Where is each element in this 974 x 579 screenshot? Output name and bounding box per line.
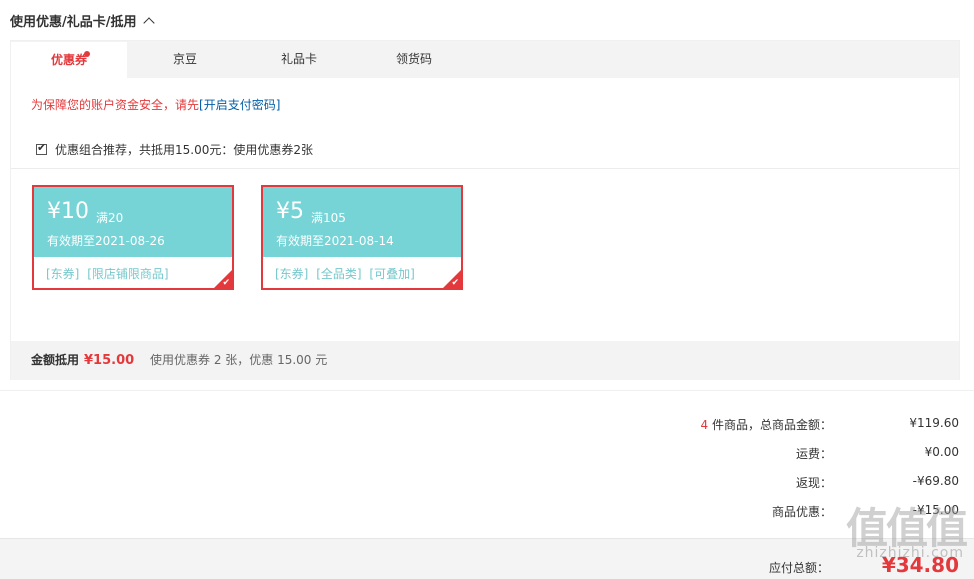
tab-pickup-code-label: 领货码 [395, 52, 432, 66]
tab-gift-card-label: 礼品卡 [280, 52, 317, 66]
combo-recommendation[interactable]: 优惠组合推荐，共抵用15.00元：使用优惠券2张 [36, 141, 313, 158]
tab-jingdou-label: 京豆 [172, 52, 197, 66]
chevron-up-icon[interactable] [142, 17, 155, 29]
section-title[interactable]: 使用优惠/礼品卡/抵用 [10, 11, 155, 30]
tab-coupon[interactable]: 优惠券 [11, 41, 127, 78]
payable-bar: 应付总额： ¥34.80 [0, 538, 974, 579]
security-text: 为保障您的账户资金安全，请先 [31, 98, 200, 112]
tab-gift-card[interactable]: 礼品卡 [241, 41, 357, 78]
shipping-label: 运费： [795, 447, 832, 461]
combo-checkbox[interactable] [36, 141, 47, 155]
coupon-amount: ¥10 [47, 199, 89, 224]
notification-dot-icon [84, 51, 90, 57]
tab-pickup-code[interactable]: 领货码 [356, 41, 472, 78]
items-total-label: 4 件商品，总商品金额： [701, 416, 832, 433]
coupon-tag: [东券] [46, 267, 80, 281]
checkmark-icon: ✔ [451, 278, 459, 288]
coupon-valid-date: 有效期至2021-08-14 [276, 234, 394, 248]
tab-bar: 优惠券 京豆 礼品卡 领货码 [11, 41, 959, 78]
section-title-text: 使用优惠/礼品卡/抵用 [10, 15, 137, 30]
coupon-tag: [可叠加] [369, 267, 415, 281]
items-total-value: ¥119.60 [909, 416, 959, 430]
shipping-value: ¥0.00 [924, 445, 959, 459]
coupon-tags: [东券] [限店铺限商品] [46, 265, 173, 282]
discount-label: 商品优惠： [771, 505, 832, 519]
discount-panel: 优惠券 京豆 礼品卡 领货码 为保障您的账户资金安全，请先[开启支付密码] 优惠… [10, 40, 960, 380]
coupon-card[interactable]: ¥10 满20 有效期至2021-08-26 [东券] [限店铺限商品] ✔ [32, 185, 234, 290]
summary-label: 金额抵用 [31, 353, 80, 367]
security-notice: 为保障您的账户资金安全，请先[开启支付密码] [31, 96, 280, 113]
summary-description: 使用优惠券 2 张，优惠 15.00 元 [150, 353, 328, 367]
coupon-condition: 满105 [311, 211, 346, 225]
checkmark-icon: ✔ [222, 278, 230, 288]
tab-jingdou[interactable]: 京豆 [127, 41, 243, 78]
discount-summary: 金额抵用 ¥15.00 使用优惠券 2 张，优惠 15.00 元 [11, 341, 959, 380]
coupon-tag: [东券] [275, 267, 309, 281]
coupon-header: ¥10 满20 有效期至2021-08-26 [34, 187, 232, 257]
payable-label: 应付总额： [768, 561, 829, 575]
coupon-tag: [限店铺限商品] [87, 267, 169, 281]
items-label-text: 件商品，总商品金额： [708, 418, 832, 432]
divider [11, 168, 959, 169]
coupon-header: ¥5 满105 有效期至2021-08-14 [263, 187, 461, 257]
enable-payment-password-link[interactable]: [开启支付密码] [199, 98, 280, 112]
tab-coupon-label: 优惠券 [50, 53, 87, 67]
coupon-tags: [东券] [全品类] [可叠加] [275, 265, 419, 282]
coupon-card[interactable]: ¥5 满105 有效期至2021-08-14 [东券] [全品类] [可叠加] … [261, 185, 463, 290]
summary-amount: ¥15.00 [84, 353, 135, 368]
coupon-tag: [全品类] [316, 267, 362, 281]
rebate-label: 返现： [795, 476, 832, 490]
divider [0, 390, 974, 391]
coupon-amount: ¥5 [276, 199, 304, 224]
combo-text: 优惠组合推荐，共抵用15.00元：使用优惠券2张 [55, 143, 313, 157]
watermark-site: zhizhizhi.com [856, 545, 964, 561]
coupon-condition: 满20 [96, 211, 124, 225]
coupon-valid-date: 有效期至2021-08-26 [47, 234, 165, 248]
rebate-value: -¥69.80 [912, 474, 959, 488]
